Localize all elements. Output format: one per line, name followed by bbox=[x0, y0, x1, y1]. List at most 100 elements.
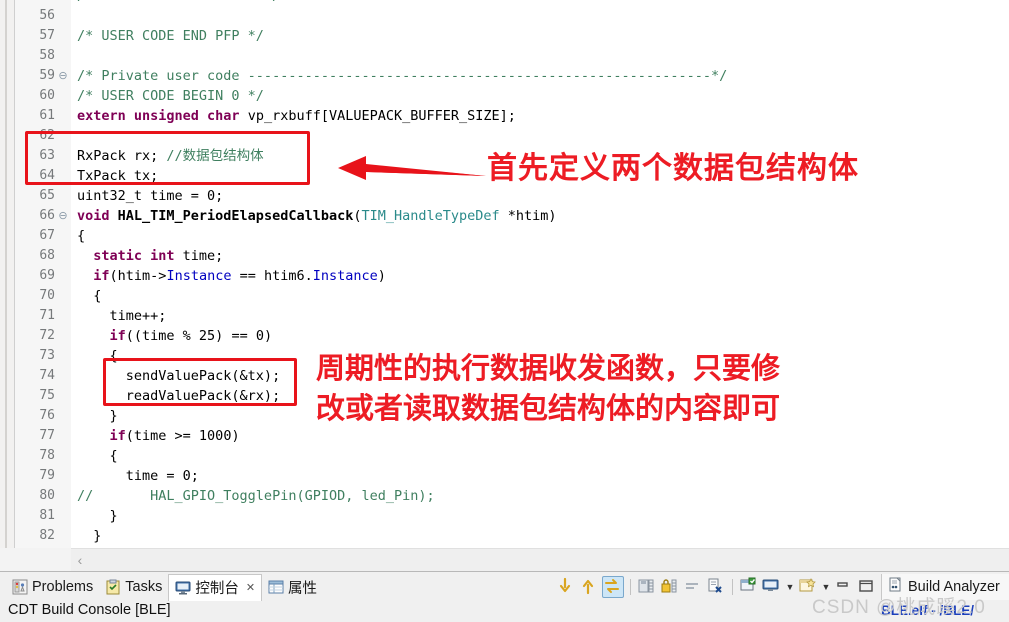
line-number: 57 bbox=[39, 28, 55, 43]
line-number: 61 bbox=[39, 108, 55, 123]
tab-label: 属性 bbox=[288, 580, 318, 597]
tab-label: 控制台 bbox=[195, 581, 239, 597]
code-line[interactable]: /* Private user code -------------------… bbox=[77, 66, 727, 86]
line-number: 74 bbox=[39, 368, 55, 383]
fold-toggle-icon[interactable]: ⊖ bbox=[57, 66, 69, 86]
lock-console-icon[interactable] bbox=[660, 577, 680, 597]
annotation-ruler[interactable] bbox=[0, 0, 15, 548]
code-line[interactable]: { bbox=[77, 346, 118, 366]
save-console-icon[interactable] bbox=[637, 577, 657, 597]
chevron-down-icon[interactable]: ▼ bbox=[785, 582, 795, 592]
code-line[interactable]: /* USER CODE BEGIN 0 */ bbox=[77, 86, 264, 106]
annotation-arrow-left bbox=[338, 156, 486, 180]
code-token: { bbox=[77, 348, 118, 364]
code-text-area[interactable]: /* USER CODE BEGIN PFP */ /* USER CODE EN… bbox=[71, 0, 1009, 548]
code-token: time; bbox=[182, 248, 224, 264]
code-token: // HAL_GPIO_TogglePin(GPIOD, led_Pin); bbox=[77, 488, 435, 504]
code-line[interactable]: RxPack rx; //数据包结构体 bbox=[77, 146, 264, 166]
code-line[interactable]: { bbox=[77, 286, 101, 306]
code-token: if bbox=[93, 268, 110, 284]
code-line[interactable]: } bbox=[77, 526, 101, 546]
code-token: uint32_t time = 0; bbox=[77, 188, 224, 204]
clear-console-icon[interactable] bbox=[683, 577, 703, 597]
view-tab-bar[interactable]: Problems Tasks 控制台 ✕ 属性 bbox=[6, 573, 323, 601]
eclipse-ide-window: 5556575859⊖60616263646566⊖67686970717273… bbox=[0, 0, 1009, 622]
code-line[interactable]: { bbox=[77, 446, 118, 466]
code-line[interactable]: if((time % 25) == 0) bbox=[77, 326, 273, 346]
code-line[interactable]: } bbox=[77, 506, 118, 526]
display-console-icon[interactable] bbox=[762, 577, 782, 597]
code-line[interactable]: void HAL_TIM_PeriodElapsedCallback(TIM_H… bbox=[77, 206, 557, 226]
tab-console[interactable]: 控制台 ✕ bbox=[168, 573, 263, 601]
line-number: 65 bbox=[39, 188, 55, 203]
chevron-down-icon[interactable]: ▼ bbox=[821, 582, 831, 592]
code-token: if bbox=[109, 328, 126, 344]
code-line[interactable]: static int time; bbox=[77, 246, 223, 266]
horizontal-scrollbar[interactable]: ‹ bbox=[71, 548, 1009, 572]
code-token: time = 0; bbox=[77, 468, 199, 484]
code-token: void bbox=[77, 208, 118, 224]
code-line[interactable]: } bbox=[77, 406, 118, 426]
code-token: TIM_HandleTypeDef bbox=[361, 208, 500, 224]
code-line[interactable]: { bbox=[77, 226, 85, 246]
watermark: CSDN @桃成蹊2.0 bbox=[812, 597, 986, 618]
code-token: sendValuePack(&tx); bbox=[77, 368, 281, 384]
remove-console-icon[interactable] bbox=[706, 577, 726, 597]
code-token: //数据包结构体 bbox=[166, 148, 264, 164]
code-token: } bbox=[77, 528, 102, 544]
code-token: } bbox=[77, 408, 118, 424]
code-line[interactable]: readValuePack(&rx); bbox=[77, 386, 280, 406]
code-line[interactable]: // HAL_GPIO_TogglePin(GPIOD, led_Pin); bbox=[77, 486, 435, 506]
code-token: { bbox=[77, 288, 102, 304]
code-line[interactable]: if(htim->Instance == htim6.Instance) bbox=[77, 266, 386, 286]
line-number: 81 bbox=[39, 508, 55, 523]
code-token: extern unsigned char bbox=[77, 108, 248, 124]
editor-bottom-left-strip bbox=[0, 548, 71, 571]
code-editor[interactable]: 5556575859⊖60616263646566⊖67686970717273… bbox=[0, 0, 1009, 572]
problems-icon bbox=[12, 579, 28, 595]
line-number: 60 bbox=[39, 88, 55, 103]
code-token: == htim6. bbox=[231, 268, 313, 284]
code-line[interactable]: sendValuePack(&tx); bbox=[77, 366, 280, 386]
code-token: { bbox=[77, 228, 86, 244]
code-token: Instance bbox=[312, 268, 378, 284]
tab-tasks[interactable]: Tasks bbox=[99, 574, 168, 600]
line-number: 70 bbox=[39, 288, 55, 303]
line-number: 75 bbox=[39, 388, 55, 403]
code-token: /* Private user code -------------------… bbox=[77, 68, 728, 84]
code-line[interactable]: TxPack tx; bbox=[77, 166, 158, 186]
annotation-note-2-line-2: 改或者读取数据包结构体的内容即可 bbox=[316, 391, 781, 425]
code-token: HAL_TIM_PeriodElapsedCallback bbox=[117, 208, 354, 224]
pin-console-icon[interactable] bbox=[739, 577, 759, 597]
line-number: 58 bbox=[39, 48, 55, 63]
line-number: 64 bbox=[39, 168, 55, 183]
line-number: 66 bbox=[39, 208, 55, 223]
code-token: Instance bbox=[166, 268, 232, 284]
scroll-lock-icon[interactable] bbox=[602, 576, 624, 598]
annotation-note-2-line-1: 周期性的执行数据收发函数，只要修 bbox=[316, 351, 781, 385]
code-line[interactable]: /* USER CODE BEGIN PFP */ bbox=[77, 0, 280, 6]
line-number: 79 bbox=[39, 468, 55, 483]
close-icon[interactable]: ✕ bbox=[246, 581, 255, 594]
tab-problems[interactable]: Problems bbox=[6, 574, 99, 600]
fold-toggle-icon[interactable]: ⊖ bbox=[57, 206, 69, 226]
line-number: 76 bbox=[39, 408, 55, 423]
code-line[interactable]: /* USER CODE END PFP */ bbox=[77, 26, 264, 46]
line-number: 69 bbox=[39, 268, 55, 283]
code-line[interactable]: time = 0; bbox=[77, 466, 199, 486]
code-token: time++; bbox=[77, 308, 167, 324]
code-line[interactable]: extern unsigned char vp_rxbuff[VALUEPACK… bbox=[77, 106, 516, 126]
code-line[interactable]: uint32_t time = 0; bbox=[77, 186, 223, 206]
chevron-left-icon[interactable]: ‹ bbox=[71, 551, 89, 569]
scroll-up-icon[interactable] bbox=[579, 577, 599, 597]
scroll-down-icon[interactable] bbox=[556, 577, 576, 597]
line-number: 56 bbox=[39, 8, 55, 23]
tab-properties[interactable]: 属性 bbox=[262, 574, 323, 600]
code-line[interactable]: if(time >= 1000) bbox=[77, 426, 240, 446]
annotation-ruler-track bbox=[5, 0, 7, 548]
code-line[interactable]: time++; bbox=[77, 306, 167, 326]
line-number: 72 bbox=[39, 328, 55, 343]
